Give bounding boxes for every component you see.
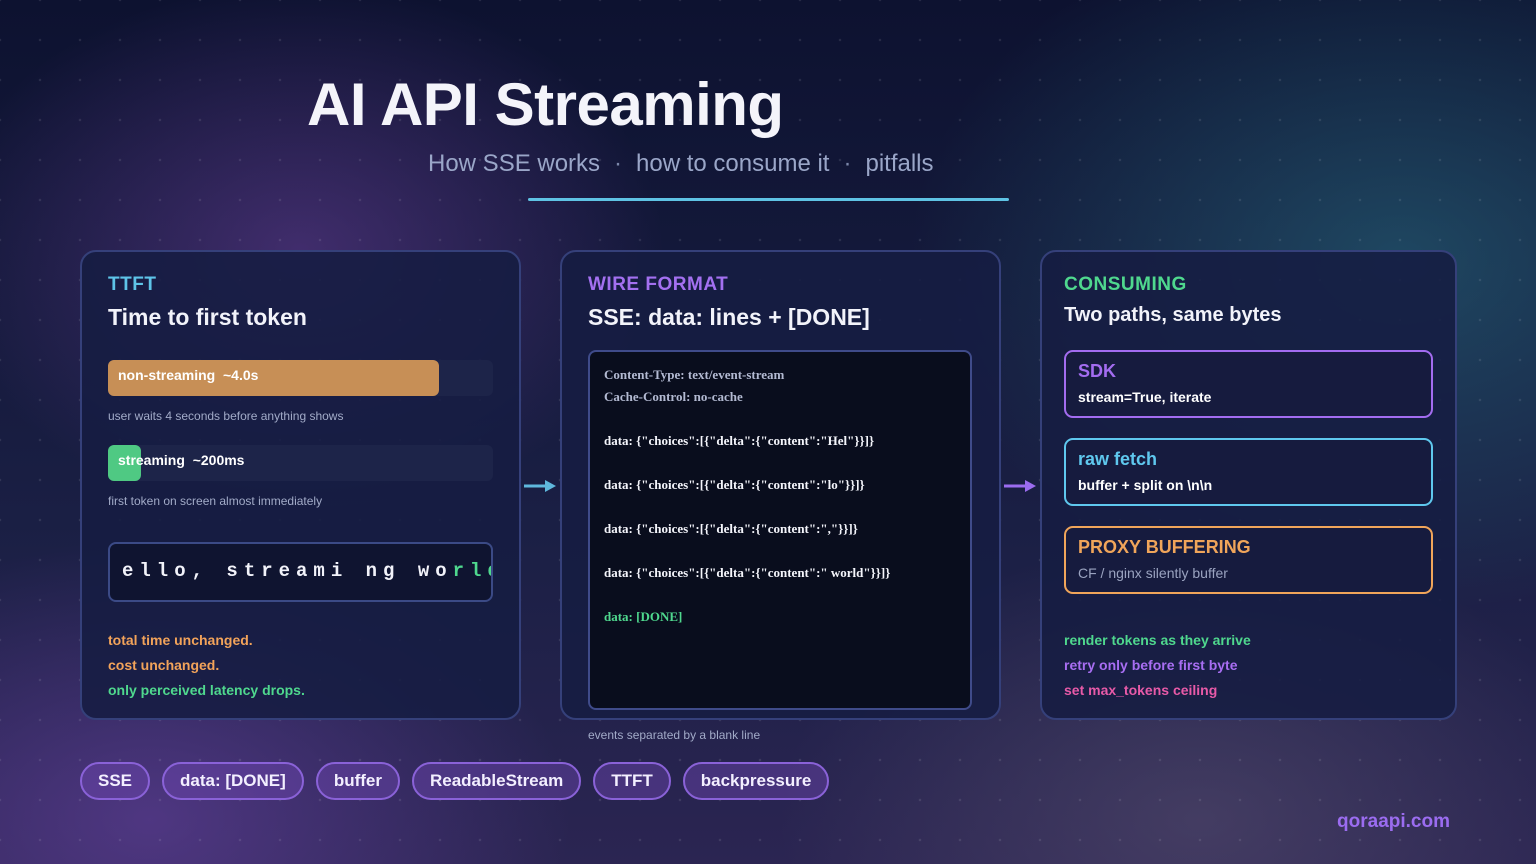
subtitle-part: How SSE works — [428, 150, 601, 177]
title-underline — [528, 198, 1009, 201]
subtitle-separator: · — [843, 150, 852, 177]
ttft-panel: TTFT Time to first token non-streaming ~… — [80, 250, 521, 720]
arrow-right-icon — [1004, 480, 1036, 492]
subtitle-part: how to consume it — [636, 150, 830, 177]
code-line: data: {"choices":[{"delta":{"content":",… — [604, 521, 858, 536]
tag-chip: data: [DONE] — [162, 762, 304, 800]
streamed-text-incoming: rld — [452, 560, 491, 582]
tag-chip: SSE — [80, 762, 151, 800]
ttft-kicker: TTFT — [108, 274, 157, 295]
brand-url: qoraapi.com — [1337, 811, 1450, 832]
wire-heading: SSE: data: lines + [DONE] — [588, 304, 870, 330]
streaming-bar: streaming ~200ms — [108, 445, 493, 481]
consuming-tip: set max_tokens ceiling — [1064, 682, 1218, 698]
subtitle-part: pitfalls — [865, 150, 934, 177]
sse-code-block: Content-Type: text/event-stream Cache-Con… — [588, 350, 972, 710]
tag-chip: buffer — [315, 762, 400, 800]
option-desc: CF / nginx silently buffer — [1078, 565, 1228, 581]
consuming-kicker: CONSUMING — [1064, 274, 1187, 295]
ttft-note: only perceived latency drops. — [108, 682, 305, 698]
page-subtitle: How SSE works · how to consume it · pitfalls — [428, 150, 934, 178]
ttft-note: total time unchanged. — [108, 632, 253, 648]
tag-list: SSE data: [DONE] buffer ReadableStream T… — [80, 762, 830, 800]
code-line: data: {"choices":[{"delta":{"content":"H… — [604, 433, 875, 448]
streaming-text-demo: ello, streami ng world — [108, 542, 493, 602]
streaming-label: streaming ~200ms — [118, 452, 245, 468]
tag-chip: ReadableStream — [411, 762, 582, 800]
page-title: AI API Streaming — [307, 71, 784, 138]
code-line: data: [DONE] — [604, 609, 683, 624]
code-line: data: {"choices":[{"delta":{"content":"l… — [604, 477, 865, 492]
tag-chip: backpressure — [682, 762, 830, 800]
consuming-heading: Two paths, same bytes — [1064, 304, 1282, 326]
wire-format-panel: WIRE FORMAT SSE: data: lines + [DONE] Co… — [560, 250, 1001, 720]
option-title: PROXY BUFFERING — [1078, 537, 1251, 557]
ttft-note: cost unchanged. — [108, 657, 220, 673]
option-card-raw-fetch: raw fetch buffer + split on \n\n — [1064, 438, 1433, 506]
consuming-tip: render tokens as they arrive — [1064, 632, 1251, 648]
option-title: raw fetch — [1078, 449, 1158, 469]
streaming-caption: first token on screen almost immediately — [108, 494, 323, 508]
option-desc: buffer + split on \n\n — [1078, 477, 1213, 493]
wire-kicker: WIRE FORMAT — [588, 274, 729, 295]
code-line: Cache-Control: no-cache — [604, 389, 743, 404]
code-line: data: {"choices":[{"delta":{"content":" … — [604, 565, 891, 580]
subtitle-separator: · — [614, 150, 623, 177]
ttft-heading: Time to first token — [108, 304, 307, 330]
code-line: Content-Type: text/event-stream — [604, 367, 785, 382]
option-card-sdk: SDK stream=True, iterate — [1064, 350, 1433, 418]
code-caption: events separated by a blank line — [588, 728, 761, 742]
consuming-panel: CONSUMING Two paths, same bytes SDK stre… — [1040, 250, 1457, 720]
option-card-proxy-buffering: PROXY BUFFERING CF / nginx silently buff… — [1064, 526, 1433, 594]
consuming-tip: retry only before first byte — [1064, 657, 1238, 673]
streamed-text: ello, streami ng wo — [122, 560, 453, 582]
non-streaming-bar: non-streaming ~4.0s — [108, 360, 493, 396]
option-desc: stream=True, iterate — [1078, 389, 1212, 405]
option-title: SDK — [1078, 361, 1117, 381]
arrow-right-icon — [524, 480, 556, 492]
tag-chip: TTFT — [593, 762, 671, 800]
non-streaming-label: non-streaming ~4.0s — [118, 367, 259, 383]
non-streaming-caption: user waits 4 seconds before anything sho… — [108, 409, 344, 423]
